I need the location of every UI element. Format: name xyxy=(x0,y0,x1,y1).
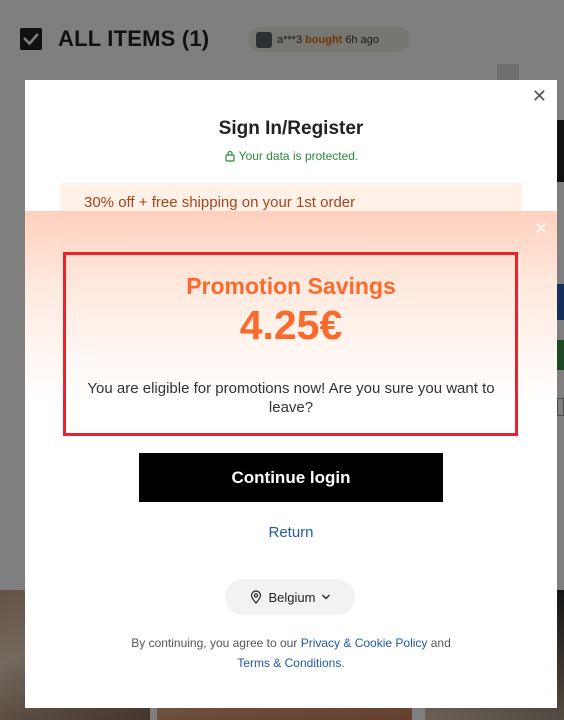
legal-prefix: By continuing, you agree to our xyxy=(131,636,301,650)
promo-title: Promotion Savings xyxy=(186,273,396,299)
promo-amount: 4.25€ xyxy=(239,302,343,348)
region-label: Belgium xyxy=(268,589,316,605)
chevron-down-icon xyxy=(322,594,331,600)
promotion-popup: ✕ Promotion Savings 4.25€ You are eligib… xyxy=(25,211,557,576)
promo-message: You are eligible for promotions now! Are… xyxy=(87,380,495,416)
legal-notice: By continuing, you agree to our Privacy … xyxy=(125,633,457,673)
data-protected-note: Your data is protected. xyxy=(25,149,557,163)
region-selector[interactable]: Belgium xyxy=(225,579,355,615)
data-protected-text: Your data is protected. xyxy=(238,149,359,163)
return-link[interactable]: Return xyxy=(25,524,557,541)
legal-and: and xyxy=(427,636,451,650)
legal-suffix: . xyxy=(341,656,345,670)
signin-title: Sign In/Register xyxy=(218,118,364,139)
close-icon[interactable]: ✕ xyxy=(534,219,548,239)
location-pin-icon xyxy=(250,590,261,604)
lock-icon xyxy=(225,150,235,162)
close-icon[interactable]: ✕ xyxy=(532,86,547,107)
privacy-policy-link[interactable]: Privacy & Cookie Policy xyxy=(301,636,428,650)
continue-login-button[interactable]: Continue login xyxy=(139,453,443,502)
terms-link[interactable]: Terms & Conditions xyxy=(237,656,341,670)
